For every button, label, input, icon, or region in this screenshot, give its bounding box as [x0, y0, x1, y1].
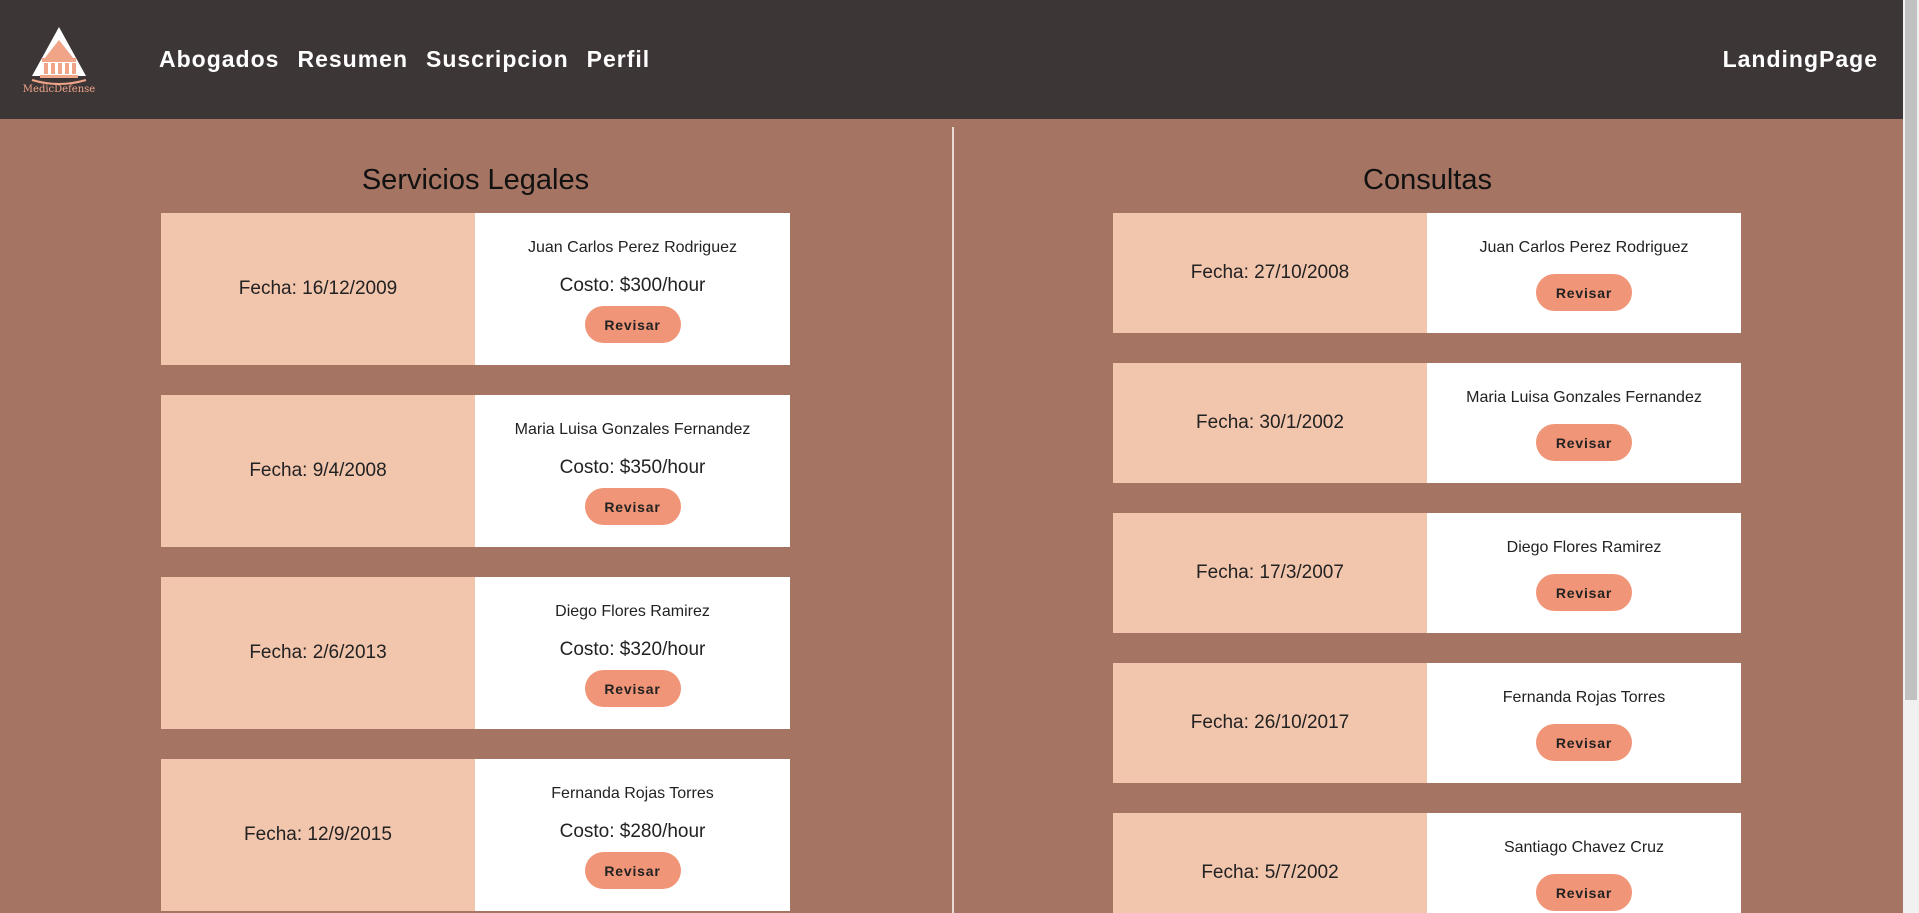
service-date: Fecha: 2/6/2013 [161, 577, 475, 729]
page-scrollbar[interactable] [1903, 0, 1919, 913]
lawyer-name: Maria Luisa Gonzales Fernandez [1466, 389, 1702, 406]
lawyer-name: Fernanda Rojas Torres [1502, 689, 1666, 706]
nav-resumen[interactable]: Resumen [297, 44, 408, 74]
lawyer-name: Diego Flores Ramirez [1506, 539, 1662, 556]
consultation-card: Fecha: 27/10/2008 Juan Carlos Perez Rodr… [1113, 213, 1741, 333]
service-card: Fecha: 2/6/2013 Diego Flores Ramirez Cos… [161, 577, 790, 729]
consultation-date: Fecha: 26/10/2017 [1113, 663, 1427, 783]
lawyer-name: Juan Carlos Perez Rodriguez [528, 239, 737, 256]
lawyer-name: Santiago Chavez Cruz [1503, 839, 1665, 856]
revisar-button[interactable]: Revisar [1536, 874, 1632, 911]
consultation-card: Fecha: 5/7/2002 Santiago Chavez Cruz Rev… [1113, 813, 1741, 913]
revisar-button[interactable]: Revisar [1536, 424, 1632, 461]
consultation-date: Fecha: 30/1/2002 [1113, 363, 1427, 483]
main-nav: Abogados Resumen Suscripcion Perfil [159, 44, 650, 74]
revisar-button[interactable]: Revisar [584, 488, 681, 525]
lawyer-name: Juan Carlos Perez Rodriguez [1479, 239, 1689, 256]
nav-abogados[interactable]: Abogados [159, 44, 279, 74]
consultation-date: Fecha: 5/7/2002 [1113, 813, 1427, 913]
service-details: Diego Flores Ramirez Costo: $320/hour Re… [475, 577, 790, 729]
consultation-details: Fernanda Rojas Torres Revisar [1427, 663, 1741, 783]
consultation-details: Santiago Chavez Cruz Revisar [1427, 813, 1741, 913]
service-cost: Costo: $350/hour [559, 457, 706, 478]
consultations-title: Consultas [1363, 164, 1492, 196]
nav-landing-page[interactable]: LandingPage [1723, 44, 1878, 74]
logo-text: MedicDefense [22, 84, 96, 95]
scrollbar-thumb[interactable] [1905, 0, 1917, 700]
service-date: Fecha: 16/12/2009 [161, 213, 475, 365]
service-cost: Costo: $300/hour [559, 275, 706, 296]
consultation-card: Fecha: 17/3/2007 Diego Flores Ramirez Re… [1113, 513, 1741, 633]
column-divider [952, 127, 954, 913]
consultation-details: Maria Luisa Gonzales Fernandez Revisar [1427, 363, 1741, 483]
lawyer-name: Fernanda Rojas Torres [551, 785, 714, 802]
courthouse-icon [31, 27, 87, 85]
lawyer-name: Maria Luisa Gonzales Fernandez [514, 421, 751, 438]
top-navbar: MedicDefense Abogados Resumen Suscripcio… [0, 0, 1903, 119]
revisar-button[interactable]: Revisar [1536, 274, 1632, 311]
revisar-button[interactable]: Revisar [584, 306, 681, 343]
nav-perfil[interactable]: Perfil [587, 44, 651, 74]
service-details: Maria Luisa Gonzales Fernandez Costo: $3… [475, 395, 790, 547]
consultation-details: Juan Carlos Perez Rodriguez Revisar [1427, 213, 1741, 333]
revisar-button[interactable]: Revisar [1536, 724, 1632, 761]
service-card: Fecha: 12/9/2015 Fernanda Rojas Torres C… [161, 759, 790, 911]
service-cost: Costo: $280/hour [559, 821, 706, 842]
revisar-button[interactable]: Revisar [584, 852, 681, 889]
nav-suscripcion[interactable]: Suscripcion [426, 44, 569, 74]
service-card: Fecha: 9/4/2008 Maria Luisa Gonzales Fer… [161, 395, 790, 547]
lawyer-name: Diego Flores Ramirez [555, 603, 710, 620]
service-date: Fecha: 9/4/2008 [161, 395, 475, 547]
consultation-details: Diego Flores Ramirez Revisar [1427, 513, 1741, 633]
medicdefense-logo[interactable]: MedicDefense [22, 24, 96, 98]
consultation-card: Fecha: 26/10/2017 Fernanda Rojas Torres … [1113, 663, 1741, 783]
service-card: Fecha: 16/12/2009 Juan Carlos Perez Rodr… [161, 213, 790, 365]
consultation-date: Fecha: 27/10/2008 [1113, 213, 1427, 333]
service-details: Juan Carlos Perez Rodriguez Costo: $300/… [475, 213, 790, 365]
consultation-date: Fecha: 17/3/2007 [1113, 513, 1427, 633]
service-details: Fernanda Rojas Torres Costo: $280/hour R… [475, 759, 790, 911]
services-title: Servicios Legales [361, 164, 590, 196]
revisar-button[interactable]: Revisar [584, 670, 681, 707]
consultation-card: Fecha: 30/1/2002 Maria Luisa Gonzales Fe… [1113, 363, 1741, 483]
revisar-button[interactable]: Revisar [1536, 574, 1632, 611]
service-cost: Costo: $320/hour [559, 639, 706, 660]
service-date: Fecha: 12/9/2015 [161, 759, 475, 911]
